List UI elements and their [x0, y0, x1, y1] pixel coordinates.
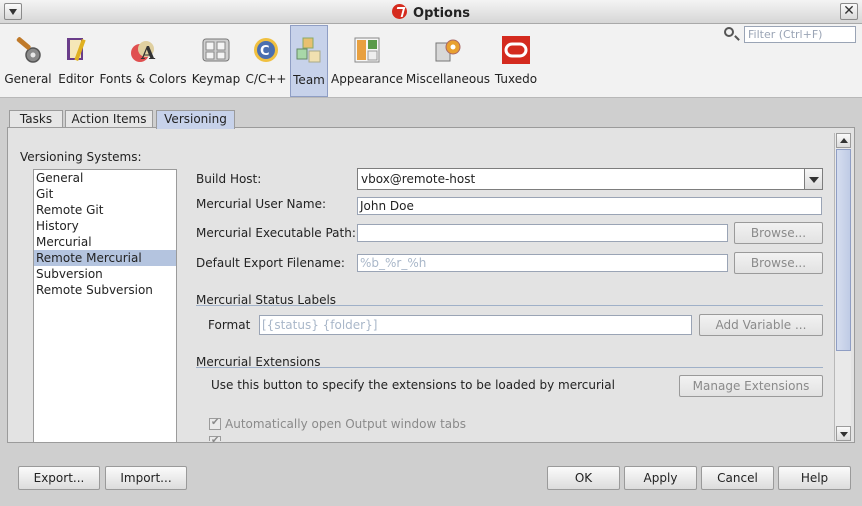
appearance-icon — [354, 37, 380, 63]
category-appearance[interactable]: Appearance — [331, 25, 403, 97]
tab-tasks[interactable]: Tasks — [9, 110, 63, 128]
filter-input[interactable] — [744, 26, 856, 43]
category-toolbar: General Editor A Fonts & Colors Keymap C… — [0, 24, 862, 98]
category-label: Tuxedo — [494, 72, 538, 86]
list-item[interactable]: Subversion — [34, 266, 176, 282]
exec-path-label: Mercurial Executable Path: — [196, 226, 356, 240]
category-label: Miscellaneous — [405, 72, 491, 86]
scroll-up-icon[interactable] — [836, 133, 851, 148]
keyboard-icon — [202, 38, 230, 62]
category-miscellaneous[interactable]: Miscellaneous — [405, 25, 491, 97]
partial-checkbox[interactable] — [209, 435, 221, 446]
list-item[interactable]: Git — [34, 186, 176, 202]
tuxedo-icon — [502, 36, 530, 64]
category-label: Appearance — [331, 72, 404, 86]
list-item-selected[interactable]: Remote Mercurial — [34, 250, 176, 266]
export-filename-field[interactable]: %b_%r_%h — [357, 254, 728, 272]
apply-button[interactable]: Apply — [624, 466, 697, 490]
list-item[interactable]: Mercurial — [34, 234, 176, 250]
build-host-value: vbox@remote-host — [361, 172, 476, 186]
chevron-down-icon[interactable] — [804, 169, 822, 189]
tab-action-items[interactable]: Action Items — [65, 110, 153, 128]
category-tuxedo[interactable]: Tuxedo — [493, 25, 539, 97]
team-cubes-icon — [296, 37, 321, 63]
exec-path-field[interactable] — [357, 224, 728, 242]
wrench-gear-icon — [16, 37, 41, 63]
category-label: General — [4, 72, 52, 86]
add-variable-button[interactable]: Add Variable ... — [699, 314, 823, 336]
help-button[interactable]: Help — [778, 466, 851, 490]
fonts-colors-icon: A — [131, 41, 156, 64]
section-divider — [196, 305, 823, 306]
ok-button[interactable]: OK — [547, 466, 620, 490]
category-general[interactable]: General — [4, 25, 52, 97]
category-team[interactable]: Team — [290, 25, 328, 97]
category-label: Keymap — [191, 72, 241, 86]
format-label: Format — [208, 318, 251, 332]
cpp-icon: C — [254, 38, 278, 62]
user-name-field[interactable]: John Doe — [357, 197, 822, 215]
category-label: C/C++ — [245, 72, 287, 86]
category-editor[interactable]: Editor — [56, 25, 96, 97]
format-field[interactable]: [{status} {folder}] — [259, 315, 692, 335]
cancel-button[interactable]: Cancel — [701, 466, 774, 490]
vertical-scrollbar[interactable] — [834, 133, 851, 441]
category-label: Editor — [58, 72, 94, 86]
list-item[interactable]: Remote Git — [34, 202, 176, 218]
scroll-down-icon[interactable] — [836, 426, 851, 441]
svg-text:C: C — [260, 44, 270, 59]
close-button[interactable]: ✕ — [840, 3, 858, 20]
build-host-label: Build Host: — [196, 172, 262, 186]
category-cpp[interactable]: C C/C++ — [244, 25, 288, 97]
book-pencil-icon — [67, 38, 86, 62]
window-title: Options — [0, 4, 862, 21]
search-icon — [724, 27, 734, 37]
list-item[interactable]: General — [34, 170, 176, 186]
tab-versioning[interactable]: Versioning — [156, 110, 235, 129]
build-host-select[interactable]: vbox@remote-host — [357, 168, 823, 190]
extensions-description: Use this button to specify the extension… — [211, 378, 615, 392]
window-title-text: Options — [413, 6, 470, 21]
list-item[interactable]: History — [34, 218, 176, 234]
section-divider — [196, 367, 823, 368]
browse-export-button[interactable]: Browse... — [734, 252, 823, 274]
svg-text:A: A — [140, 43, 156, 64]
auto-open-checkbox[interactable] — [209, 417, 221, 430]
export-filename-label: Default Export Filename: — [196, 256, 345, 270]
misc-gears-icon — [435, 39, 461, 62]
scroll-thumb[interactable] — [836, 149, 851, 351]
app-logo-icon — [392, 4, 408, 19]
versioning-systems-list[interactable]: General Git Remote Git History Mercurial… — [33, 169, 177, 443]
export-button[interactable]: Export... — [18, 466, 100, 490]
category-label: Team — [293, 73, 325, 87]
category-keymap[interactable]: Keymap — [190, 25, 242, 97]
auto-open-label: Automatically open Output window tabs — [225, 417, 467, 431]
browse-exec-button[interactable]: Browse... — [734, 222, 823, 244]
category-fonts-colors[interactable]: A Fonts & Colors — [98, 25, 188, 97]
user-name-label: Mercurial User Name: — [196, 197, 326, 211]
category-label: Fonts & Colors — [99, 72, 187, 86]
list-item[interactable]: Remote Subversion — [34, 282, 176, 298]
versioning-systems-label: Versioning Systems: — [20, 150, 142, 164]
title-bar: Options ✕ — [0, 0, 862, 24]
import-button[interactable]: Import... — [105, 466, 187, 490]
manage-extensions-button[interactable]: Manage Extensions — [679, 375, 823, 397]
